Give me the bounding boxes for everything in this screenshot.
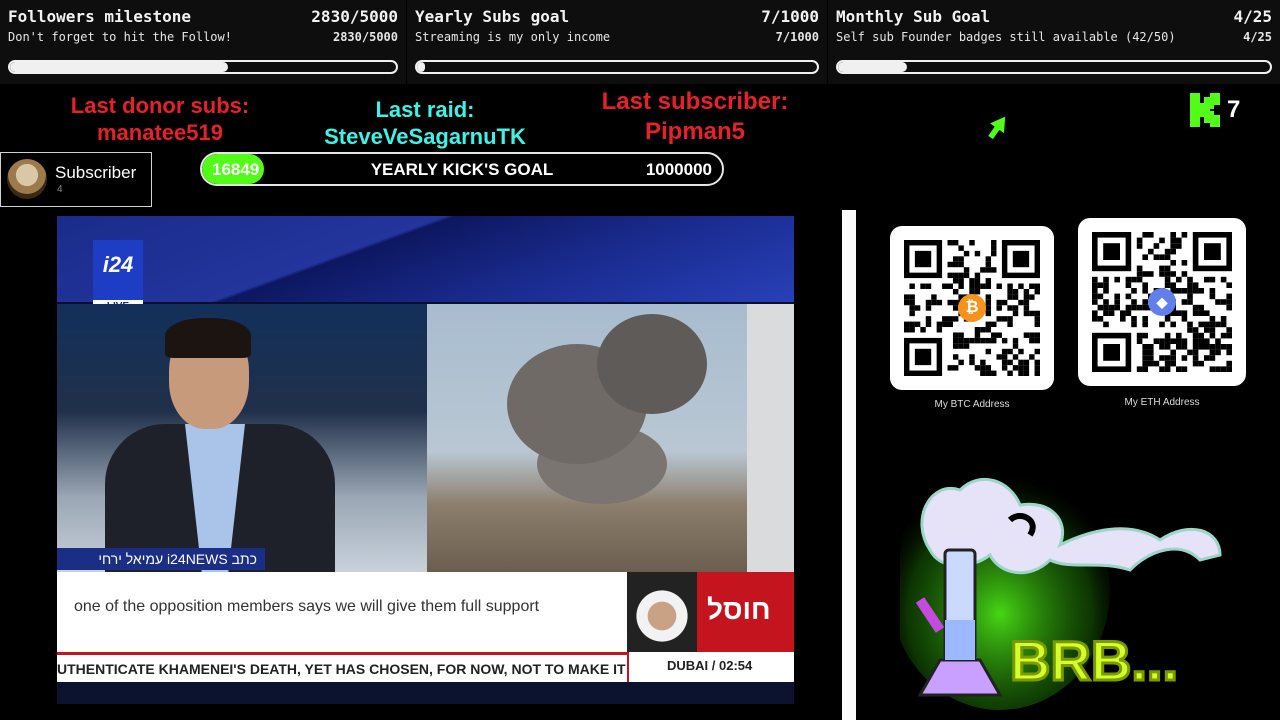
last-subscriber: Last subscriber: Pipman5 bbox=[570, 87, 820, 147]
eth-qr-card: ◆ bbox=[1078, 218, 1246, 386]
followers-goal-widget: Followers milestone 2830/5000 Don't forg… bbox=[0, 0, 406, 84]
studio-shot bbox=[57, 304, 427, 572]
goal-count: 4/25 bbox=[1233, 7, 1272, 26]
name-strip: עמיאל ירחי i24NEWS כתב bbox=[57, 548, 265, 570]
brb-bong-graphic: BRB... bbox=[900, 470, 1222, 710]
building bbox=[747, 304, 794, 572]
yearly-kick-goal-bar: 16849 YEARLY KICK'S GOAL 1000000 bbox=[200, 152, 724, 186]
eth-address-label: My ETH Address bbox=[1124, 397, 1200, 408]
subscriber-box: Subscriber 4 bbox=[0, 152, 152, 207]
goal-progress-bar bbox=[415, 60, 819, 74]
goal-progress-fill bbox=[417, 62, 425, 72]
goal-progress-bar bbox=[8, 60, 398, 74]
btc-qr-card: ₿ bbox=[890, 226, 1054, 390]
smoke-cloud bbox=[597, 314, 707, 414]
last-subscriber-label: Last subscriber: bbox=[601, 88, 789, 115]
goal-subtitle: Self sub Founder badges still available … bbox=[836, 30, 1176, 44]
last-raid-name: SteveVeSagarnuTK bbox=[324, 124, 526, 149]
breaking-news-box: חוסל bbox=[627, 572, 794, 652]
avatar bbox=[7, 159, 47, 199]
yearly-subs-goal-widget: Yearly Subs goal 7/1000 Streaming is my … bbox=[407, 0, 827, 84]
kick-goal-target: 1000000 bbox=[645, 160, 712, 179]
goal-count: 2830/5000 bbox=[311, 7, 398, 26]
bitcoin-icon: ₿ bbox=[958, 294, 986, 322]
last-donor-name: manatee519 bbox=[97, 120, 223, 145]
ethereum-icon: ◆ bbox=[1148, 288, 1176, 316]
goal-title: Monthly Sub Goal bbox=[836, 7, 991, 26]
goal-subtitle: Streaming is my only income bbox=[415, 30, 611, 44]
news-video-feed: i24 LIVE עמיאל ירחי i24NEWS כתב one of t… bbox=[57, 216, 794, 704]
video-header-graphic bbox=[57, 216, 794, 302]
last-subscriber-name: Pipman5 bbox=[644, 118, 746, 145]
last-donor-label: Last donor subs: bbox=[70, 93, 250, 118]
goal-count-small: 2830/5000 bbox=[332, 30, 398, 44]
goal-count-small: 7/1000 bbox=[775, 30, 819, 44]
goal-title: Yearly Subs goal bbox=[415, 7, 570, 26]
location-time: DUBAI / 02:54 bbox=[667, 658, 753, 673]
kick-logo-icon bbox=[1190, 93, 1220, 127]
name-strip-text: עמיאל ירחי i24NEWS כתב bbox=[98, 551, 257, 567]
last-donor-subs: Last donor subs: manatee519 bbox=[40, 92, 280, 146]
anchor-hair bbox=[165, 318, 251, 358]
green-arrow-icon bbox=[988, 116, 1006, 140]
monthly-sub-goal-widget: Monthly Sub Goal 4/25 Self sub Founder b… bbox=[828, 0, 1280, 84]
goal-title: Followers milestone bbox=[8, 7, 192, 26]
last-raid: Last raid: SteveVeSagarnuTK bbox=[300, 96, 550, 150]
kick-badge-count: 7 bbox=[1227, 96, 1241, 123]
subscriber-count: 4 bbox=[57, 184, 63, 195]
goal-progress-fill bbox=[838, 62, 908, 72]
breaking-news-label: חוסל bbox=[707, 594, 771, 625]
video-bottom-bar bbox=[57, 682, 794, 704]
side-frame bbox=[842, 210, 856, 720]
btc-address-label: My BTC Address bbox=[934, 399, 1010, 410]
goal-subtitle: Don't forget to hit the Follow! bbox=[8, 30, 232, 44]
goal-count-small: 4/25 bbox=[1243, 30, 1272, 44]
kick-goal-title: YEARLY KICK'S GOAL bbox=[370, 160, 554, 179]
goal-progress-bar bbox=[836, 60, 1272, 74]
location-time-box: DUBAI / 02:54 bbox=[627, 652, 794, 682]
subscriber-title: Subscriber bbox=[55, 163, 137, 182]
explosion-footage bbox=[427, 304, 794, 572]
news-portrait bbox=[627, 572, 697, 652]
ticker-text: UTHENTICATE KHAMENEI'S DEATH, YET HAS CH… bbox=[57, 661, 627, 677]
caption-box: one of the opposition members says we wi… bbox=[57, 572, 627, 652]
i24-logo: i24 bbox=[93, 240, 143, 300]
goal-progress-fill bbox=[10, 62, 229, 72]
last-raid-label: Last raid: bbox=[375, 97, 475, 122]
goal-count: 7/1000 bbox=[761, 7, 819, 26]
brb-text: BRB... bbox=[1010, 629, 1178, 692]
caption-text: one of the opposition members says we wi… bbox=[74, 598, 540, 615]
